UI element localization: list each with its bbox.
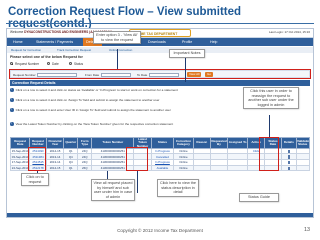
details-icon[interactable] xyxy=(287,161,291,165)
info-icon: i xyxy=(10,98,14,102)
tab-request-correction[interactable]: Request for Correction xyxy=(9,48,43,53)
callout-click-status: Click here to view the status descriptio… xyxy=(157,179,199,197)
select-prompt: Please select one of the below Request f… xyxy=(10,55,83,59)
radio-date-label: Date xyxy=(52,61,59,66)
col-quarter: Quarter xyxy=(63,137,79,149)
col-financial-year: Financial Year xyxy=(45,137,65,149)
slide-footer: Copyright © 2012 Income Tax Department xyxy=(117,228,203,233)
slide-title: Correction Request Flow – View submitted… xyxy=(8,6,242,30)
sub-tabs: Request for Correction Track Correction … xyxy=(7,47,313,53)
tab-online-correction[interactable]: Online Correction xyxy=(107,48,134,53)
details-icon[interactable] xyxy=(287,155,291,159)
col-details: Details xyxy=(281,137,297,149)
info-icon: i xyxy=(10,88,14,92)
app-header: Welcome DYNACONSTRUCTIONS AND ENGINEERS … xyxy=(7,29,313,38)
status-link[interactable]: Available xyxy=(150,164,175,172)
last-login: Last Login: 17 Oct 2014, 15:16 xyxy=(268,30,310,34)
col-request-date: Request Date xyxy=(9,137,31,149)
col-correction-category: Correction Category xyxy=(173,137,194,149)
assigned-to-link[interactable] xyxy=(227,164,249,172)
radio-status[interactable] xyxy=(69,62,73,66)
radio-request-number-label: Request Number xyxy=(15,61,40,66)
col-validation-status: Validation Status xyxy=(295,137,311,149)
title-underline xyxy=(6,23,314,24)
application-screenshot: Welcome DYNACONSTRUCTIONS AND ENGINEERS … xyxy=(6,28,314,218)
callout-status-guide[interactable]: Status Guide xyxy=(239,193,279,202)
nav-help[interactable]: Help xyxy=(207,38,220,46)
callout-click-on-request: Click on to request xyxy=(21,173,49,187)
col-assigned-to: Assigned To xyxy=(227,137,249,149)
callout-enter-option: Enter option 3 - 'View All' to view the … xyxy=(93,31,141,45)
arrow-click-assign xyxy=(269,115,270,137)
info-icon: i xyxy=(10,108,14,112)
callout-view-all-request: View all request placed by himself and s… xyxy=(91,179,135,202)
col-requested-by: Requested By xyxy=(209,137,229,149)
app-footer-bar xyxy=(7,213,313,217)
nav-statements-payments[interactable]: Statements / Payments xyxy=(33,38,76,46)
col-status: Status xyxy=(150,137,175,149)
nav-profile[interactable]: Profile xyxy=(179,38,195,46)
details-icon[interactable] xyxy=(287,149,291,154)
col-form-type: Form Type xyxy=(77,137,93,149)
callout-click-assign: Click this user in order to reassign the… xyxy=(243,87,299,110)
info-icon: i xyxy=(10,122,14,126)
radio-date[interactable] xyxy=(47,62,51,66)
main-nav: Home Statements / Payments Defaults Cont… xyxy=(7,38,313,46)
radio-status-label: Status xyxy=(74,61,84,66)
arrow-click-status xyxy=(137,171,138,193)
info-line: i View the Latest Token Number by clickin… xyxy=(10,122,174,126)
nav-downloads[interactable]: Downloads xyxy=(145,38,169,46)
highlight-request-number-column xyxy=(28,147,46,171)
radio-request-number[interactable] xyxy=(10,62,14,66)
col-reason: Reason xyxy=(192,137,211,149)
arrow-important-notes xyxy=(185,56,186,82)
nav-home[interactable]: Home xyxy=(10,38,26,46)
highlight-status-column xyxy=(126,147,148,171)
callout-important-notes: Important Notes xyxy=(169,49,205,58)
arrow-enter-option xyxy=(117,49,118,69)
tab-track-correction[interactable]: Track Correction Request xyxy=(55,48,93,53)
details-icon[interactable] xyxy=(287,166,291,170)
details-header: Correction Request Details xyxy=(10,80,310,86)
page-number: 13 xyxy=(304,227,310,233)
highlight-search-bar xyxy=(9,69,311,79)
highlight-assigned-to-column xyxy=(259,137,279,171)
